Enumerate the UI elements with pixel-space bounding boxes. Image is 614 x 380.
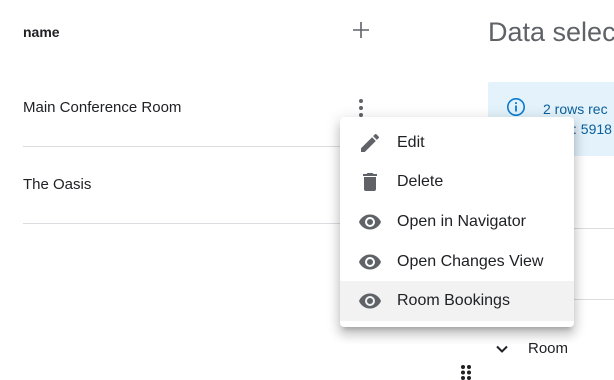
menu-item-open-changes-view[interactable]: Open Changes View (340, 242, 574, 282)
drag-handle[interactable] (459, 364, 473, 380)
menu-item-edit[interactable]: Edit (340, 123, 574, 163)
table-cell-name: Main Conference Room (23, 99, 182, 116)
menu-item-label: Edit (397, 133, 425, 151)
menu-item-label: Open in Navigator (397, 212, 526, 230)
panel-divider (574, 299, 614, 300)
menu-item-label: Delete (397, 173, 444, 191)
eye-icon (359, 254, 381, 270)
room-filter-label: Room (528, 340, 569, 357)
menu-item-room-bookings[interactable]: Room Bookings (340, 281, 574, 321)
eye-icon (359, 214, 381, 230)
menu-item-delete[interactable]: Delete (340, 163, 574, 203)
panel-divider (574, 228, 614, 229)
row-context-menu: Edit Delete Open in Navigator Open Chang… (340, 117, 574, 327)
eye-icon (359, 293, 381, 309)
table-row[interactable]: Main Conference Room (23, 70, 375, 147)
table-cell-name: The Oasis (23, 176, 92, 193)
menu-item-label: Open Changes View (397, 252, 544, 270)
drag-indicator-icon (461, 365, 471, 380)
menu-item-open-in-navigator[interactable]: Open in Navigator (340, 202, 574, 242)
table-row[interactable]: The Oasis (23, 147, 375, 224)
column-header-name[interactable]: name (23, 24, 60, 40)
plus-icon (353, 22, 369, 38)
chevron-down-icon (496, 345, 508, 353)
pencil-icon (361, 133, 380, 152)
info-icon (507, 98, 525, 116)
room-filter-toggle[interactable]: Room (494, 340, 568, 357)
menu-item-label: Room Bookings (397, 292, 510, 310)
panel-title: Data selec (488, 17, 614, 47)
add-column-button[interactable] (350, 16, 372, 44)
info-text-line-1: 2 rows rec (543, 101, 608, 117)
page: name Main Conference Room The Oasis Data… (0, 0, 614, 380)
more-vert-icon (359, 99, 363, 117)
trash-icon (363, 173, 377, 192)
